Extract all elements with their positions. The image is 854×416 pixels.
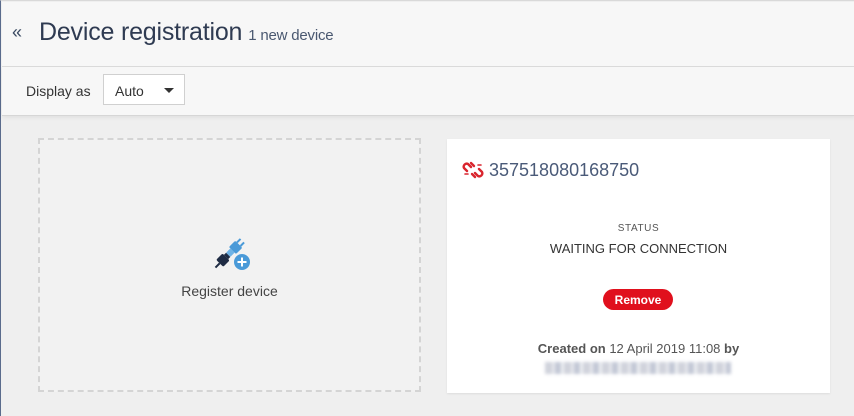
remove-button[interactable]: Remove [603, 289, 673, 310]
created-by-redacted [545, 362, 731, 374]
toolbar: Display as Auto [2, 67, 854, 116]
unlink-icon [462, 161, 484, 179]
register-device-label: Register device [181, 283, 278, 299]
register-device-card[interactable]: Register device [38, 138, 421, 392]
app-frame: « Device registration 1 new device Displa… [0, 0, 854, 416]
status-label: STATUS [617, 223, 660, 234]
chevron-down-icon [164, 88, 174, 93]
device-card: 357518080168750 STATUS WAITING FOR CONNE… [447, 139, 830, 393]
page-title: Device registration 1 new device [39, 18, 334, 47]
display-as-value: Auto [115, 83, 144, 99]
plug-add-icon [214, 238, 250, 270]
display-as-label: Display as [26, 83, 91, 99]
page-header: « Device registration 1 new device [2, 2, 854, 67]
created-date: 12 April 2019 11:08 [609, 341, 721, 356]
created-info: Created on 12 April 2019 11:08 by [447, 341, 830, 356]
status-value: WAITING FOR CONNECTION [549, 241, 728, 256]
display-as-select[interactable]: Auto [103, 74, 185, 105]
page-title-text: Device registration [39, 18, 243, 46]
created-by-label: by [724, 341, 740, 356]
page-subtitle: 1 new device [248, 27, 334, 44]
created-prefix: Created on [537, 341, 606, 356]
device-id[interactable]: 357518080168750 [489, 160, 639, 181]
collapse-sidebar-button[interactable]: « [12, 22, 22, 42]
